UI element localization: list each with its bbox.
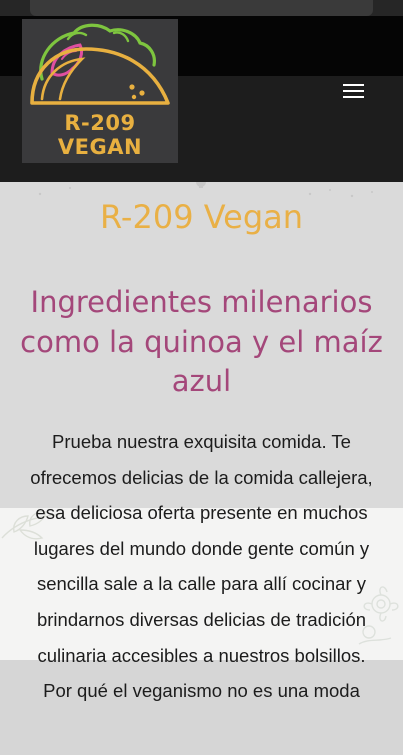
intro-paragraph: Prueba nuestra exquisita comida. Te ofre… (30, 431, 373, 702)
top-image-strip (0, 0, 403, 16)
logo-text-line1: R-209 (64, 111, 136, 135)
logo-text-line2: VEGAN (57, 135, 143, 159)
taco-icon (30, 23, 170, 105)
headline: Ingredientes milenarios como la quinoa y… (20, 285, 383, 398)
hamburger-menu-icon[interactable] (343, 82, 364, 100)
brand-title: R-209 Vegan (99, 198, 304, 236)
site-logo[interactable]: R-209 VEGAN (22, 19, 178, 163)
